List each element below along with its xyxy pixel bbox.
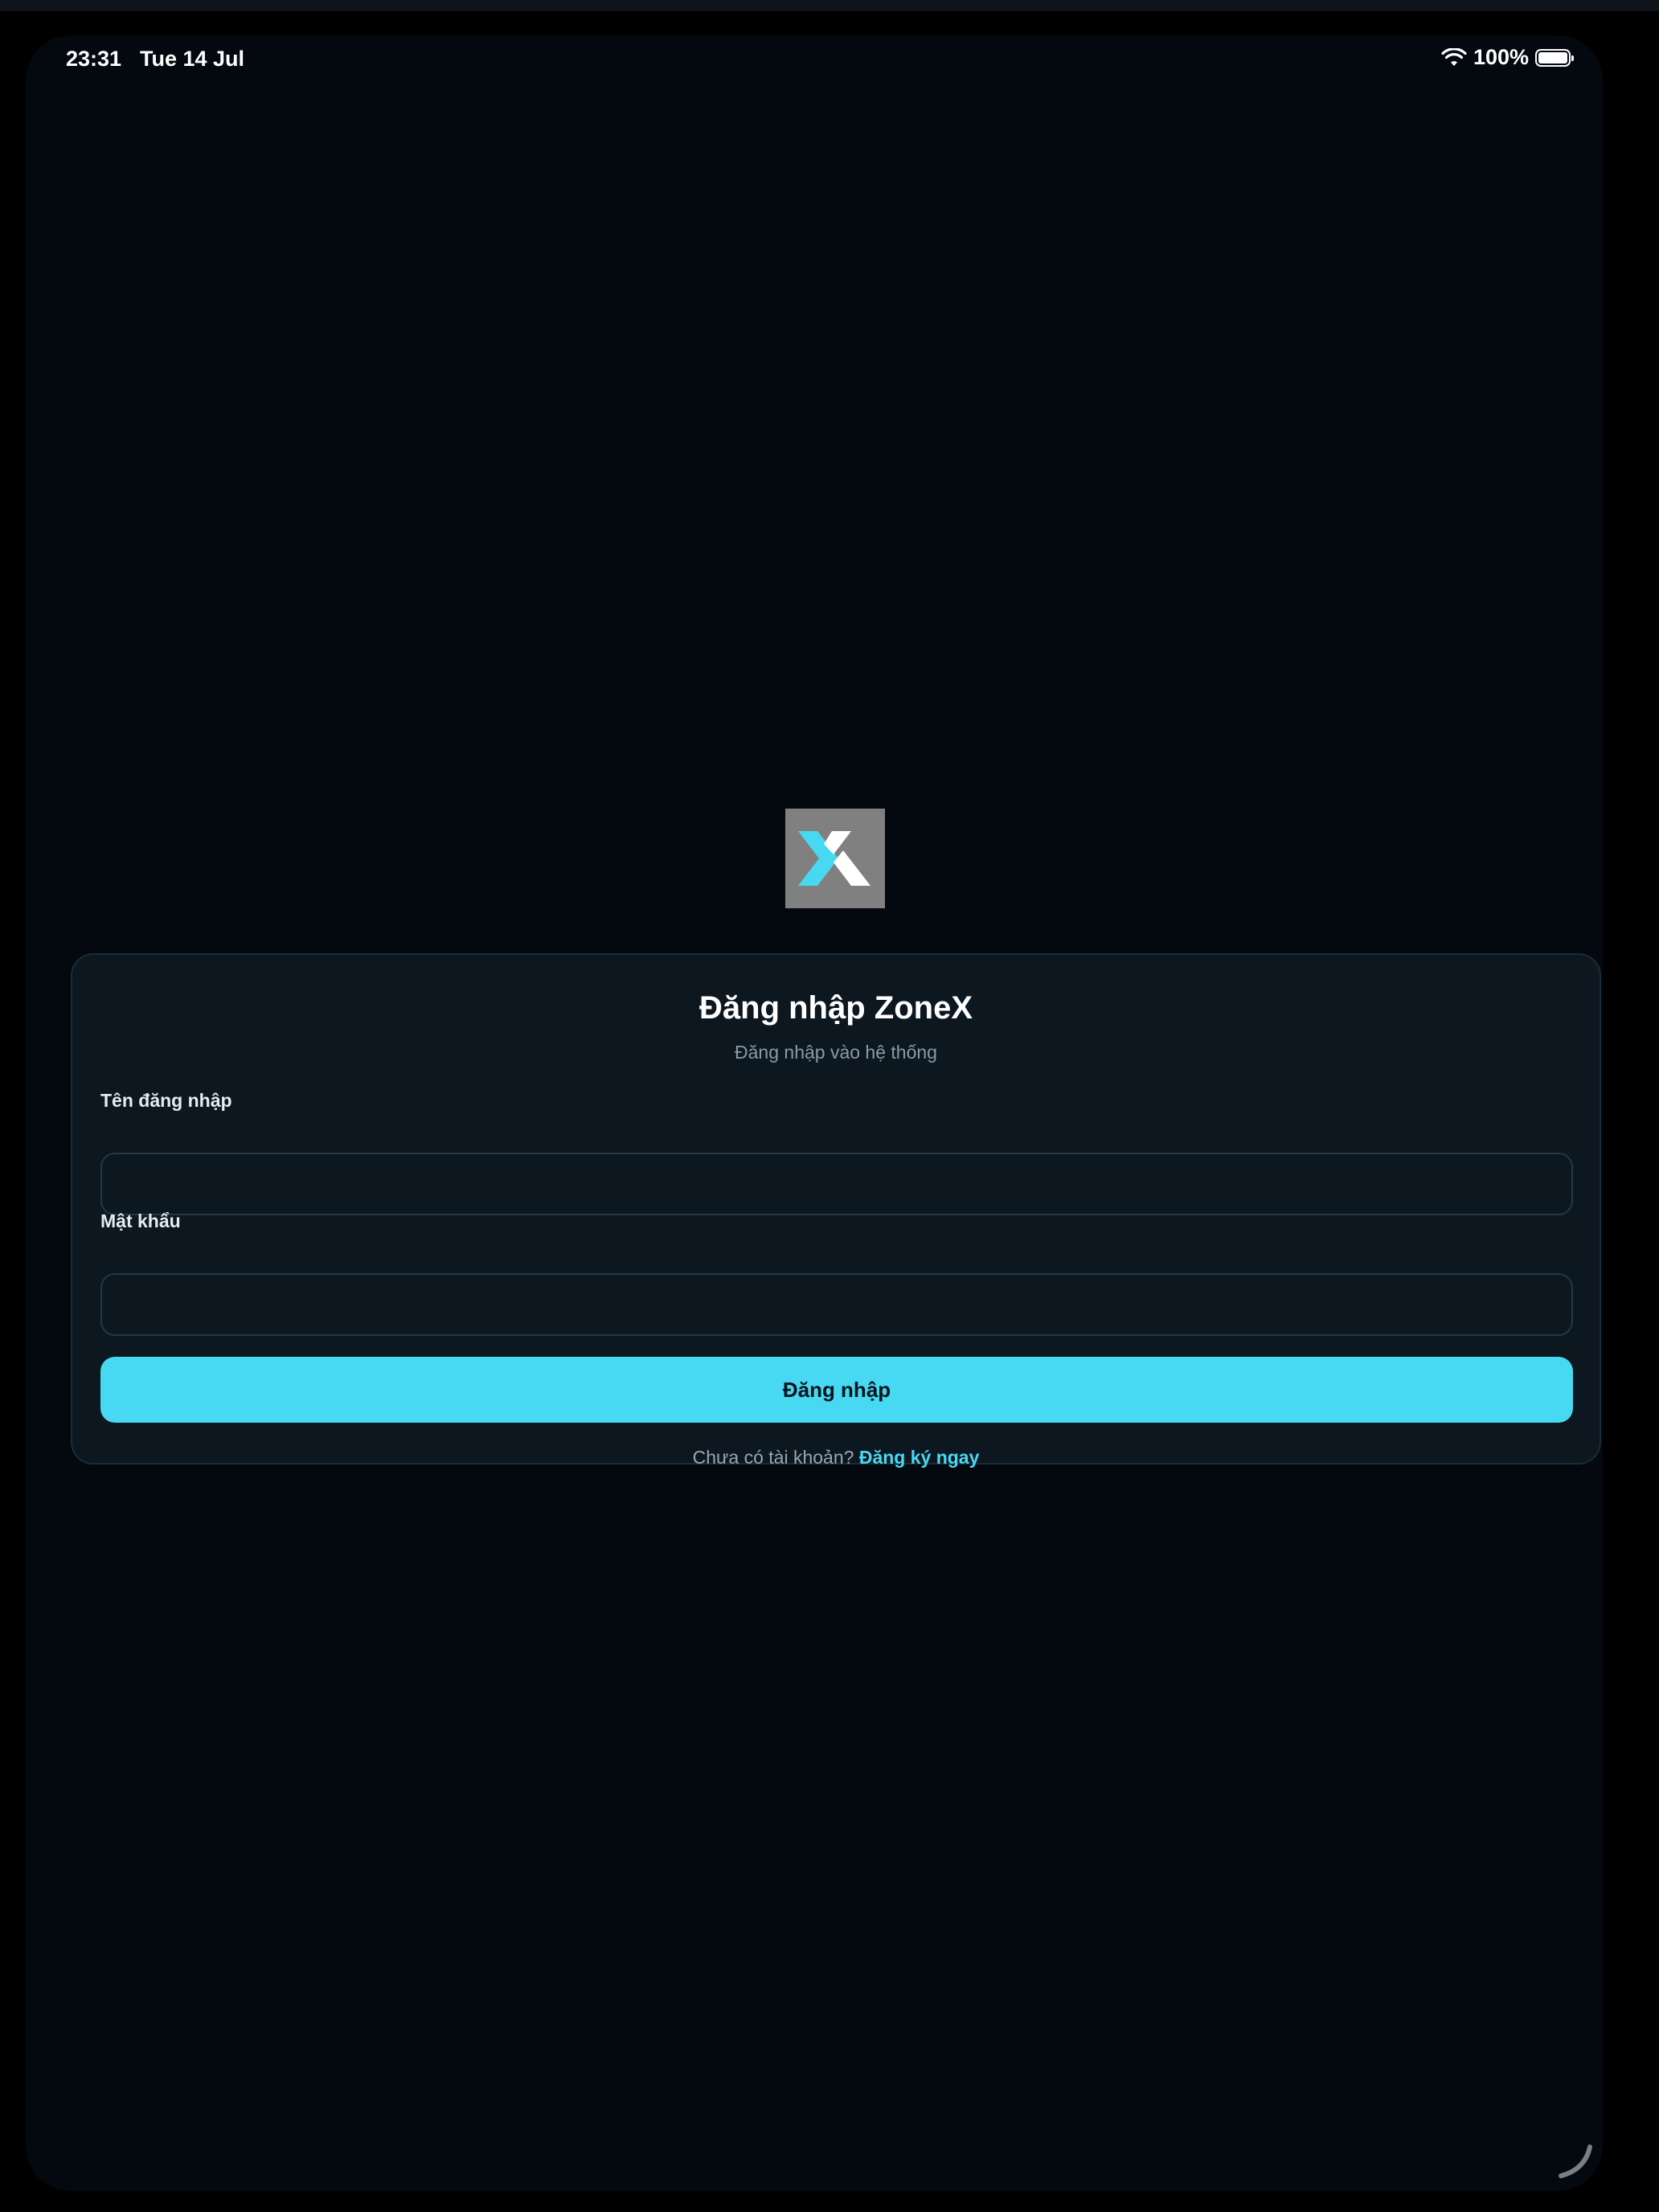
device-bezel: 23:31 Tue 14 Jul 100% Đăng nhập ZoneX Đă… [0, 0, 1659, 2212]
login-button[interactable]: Đăng nhập [100, 1357, 1573, 1423]
top-strip [0, 0, 1659, 11]
wifi-icon [1441, 47, 1467, 68]
signup-prompt: Chưa có tài khoản? Đăng ký ngay [72, 1447, 1600, 1469]
username-input[interactable] [100, 1153, 1573, 1215]
status-date: Tue 14 Jul [140, 47, 245, 71]
username-label: Tên đăng nhập [100, 1090, 232, 1111]
battery-icon [1535, 48, 1574, 67]
password-label: Mật khẩu [100, 1210, 181, 1231]
status-time: 23:31 [66, 47, 122, 71]
no-account-text: Chưa có tài khoản? [692, 1447, 854, 1468]
login-subtitle: Đăng nhập vào hệ thống [735, 1042, 937, 1063]
app-screen: 23:31 Tue 14 Jul 100% Đăng nhập ZoneX Đă… [26, 35, 1603, 2191]
battery-level-fill [1538, 51, 1567, 63]
zonex-logo [785, 809, 885, 908]
battery-percent: 100% [1473, 45, 1529, 69]
password-input[interactable] [100, 1273, 1573, 1336]
signup-link[interactable]: Đăng ký ngay [859, 1447, 980, 1468]
login-card: Đăng nhập ZoneX Đăng nhập vào hệ thống T… [71, 953, 1601, 1468]
status-bar: 23:31 Tue 14 Jul 100% [26, 35, 1603, 84]
resize-handle-icon [1555, 2140, 1595, 2185]
login-title: Đăng nhập ZoneX [699, 990, 973, 1026]
status-indicators: 100% [1441, 45, 1574, 70]
